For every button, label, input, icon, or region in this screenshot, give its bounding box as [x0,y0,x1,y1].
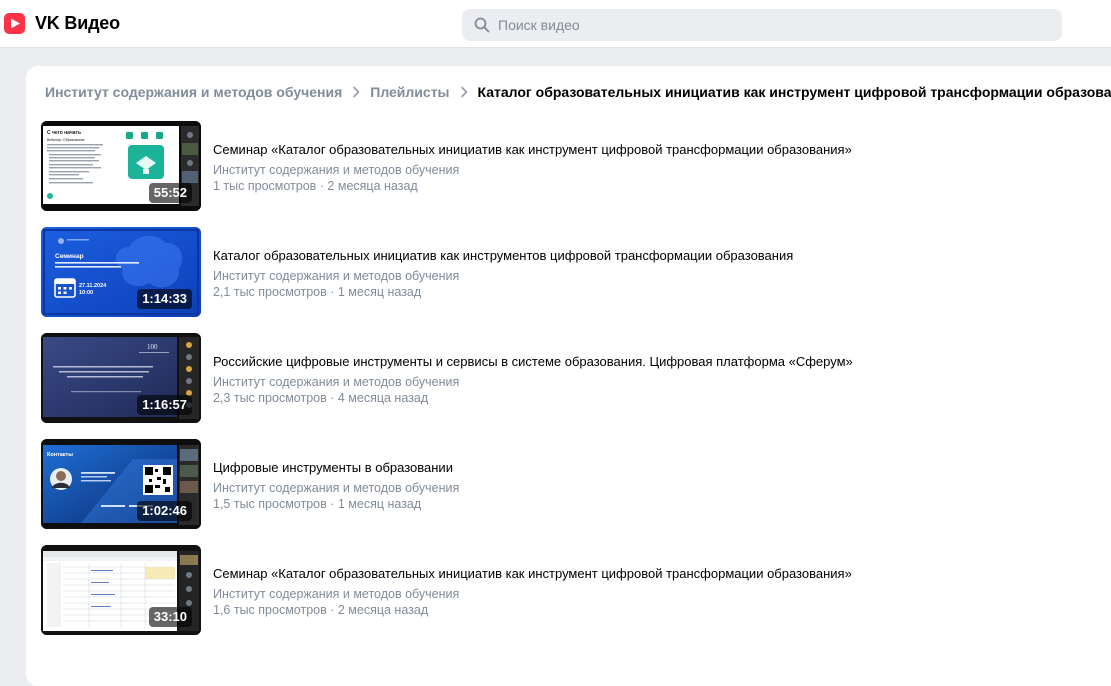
video-meta: Цифровые инструменты в образовании Инсти… [213,460,1083,512]
breadcrumb-item-playlists[interactable]: Плейлисты [370,84,449,100]
video-item[interactable]: 100 1:16:57 Российские цифровые инструме… [41,333,1091,423]
video-title[interactable]: Каталог образовательных инициатив как ин… [213,248,1083,264]
breadcrumb-current: Каталог образовательных инициатив как ин… [477,84,1111,100]
video-stats: 2,1 тыс просмотров · 1 месяц назад [213,285,422,299]
video-title[interactable]: Семинар «Каталог образовательных инициат… [213,566,1083,582]
thumb-date: 27.11.2024 [79,283,107,289]
video-meta: Семинар «Каталог образовательных инициат… [213,566,1083,618]
left-rail [0,48,5,674]
search-input[interactable] [498,9,1058,41]
video-stats: 1 тыс просмотров · 2 месяца назад [213,179,418,193]
video-title[interactable]: Российские цифровые инструменты и сервис… [213,354,1083,370]
video-meta: Семинар «Каталог образовательных инициат… [213,142,1083,194]
video-channel[interactable]: Институт содержания и методов обучения [213,375,1083,390]
chevron-right-icon [460,86,467,98]
search-box[interactable] [462,9,1062,41]
video-title[interactable]: Цифровые инструменты в образовании [213,460,1083,476]
video-duration: 55:52 [148,183,192,203]
search-icon [474,17,490,33]
thumb-heading: Семинар [55,253,84,260]
video-stats: 1,5 тыс просмотров · 1 месяц назад [213,497,422,511]
video-item[interactable]: Контакты 1:02:46 Цифровые инструменты в … [41,439,1091,529]
video-duration: 1:14:33 [137,289,192,309]
video-duration: 1:02:46 [137,501,192,521]
thumb-time: 10:00 [79,290,93,296]
video-item[interactable]: Семинар 27.11.2024 10:00 1:14:33 Каталог… [41,227,1091,317]
video-thumbnail[interactable]: Семинар 27.11.2024 10:00 1:14:33 [41,227,201,317]
video-thumbnail[interactable]: Контакты 1:02:46 [41,439,201,529]
video-item[interactable]: С чего начать Вебинар: Образование 55:52… [41,121,1091,211]
breadcrumb-item-channel[interactable]: Институт содержания и методов обучения [45,84,342,100]
video-meta: Российские цифровые инструменты и сервис… [213,354,1083,406]
video-channel[interactable]: Институт содержания и методов обучения [213,163,1083,178]
vk-video-logo-icon[interactable] [4,10,28,36]
video-thumbnail[interactable]: С чего начать Вебинар: Образование 55:52 [41,121,201,211]
video-channel[interactable]: Институт содержания и методов обучения [213,587,1083,602]
video-duration: 1:16:57 [137,395,192,415]
thumb-badge: 100 [147,343,158,351]
video-channel[interactable]: Институт содержания и методов обучения [213,481,1083,496]
thumb-heading: Контакты [47,452,73,458]
video-item[interactable]: 33:10 Семинар «Каталог образовательных и… [41,545,1091,635]
video-meta: Каталог образовательных инициатив как ин… [213,248,1083,300]
video-thumbnail[interactable]: 33:10 [41,545,201,635]
top-bar: VK Видео [0,0,1111,48]
thumb-heading: С чего начать [47,130,81,136]
video-stats: 2,3 тыс просмотров · 4 месяца назад [213,391,429,405]
video-title[interactable]: Семинар «Каталог образовательных инициат… [213,142,1083,158]
video-channel[interactable]: Институт содержания и методов обучения [213,269,1083,284]
video-duration: 33:10 [148,607,192,627]
breadcrumb: Институт содержания и методов обучения П… [45,83,1111,101]
thumb-subheading: Вебинар: Образование [47,138,85,142]
brand-name[interactable]: VK Видео [35,13,120,34]
chevron-right-icon [353,86,360,98]
video-stats: 1,6 тыс просмотров · 2 месяца назад [213,603,429,617]
video-thumbnail[interactable]: 100 1:16:57 [41,333,201,423]
